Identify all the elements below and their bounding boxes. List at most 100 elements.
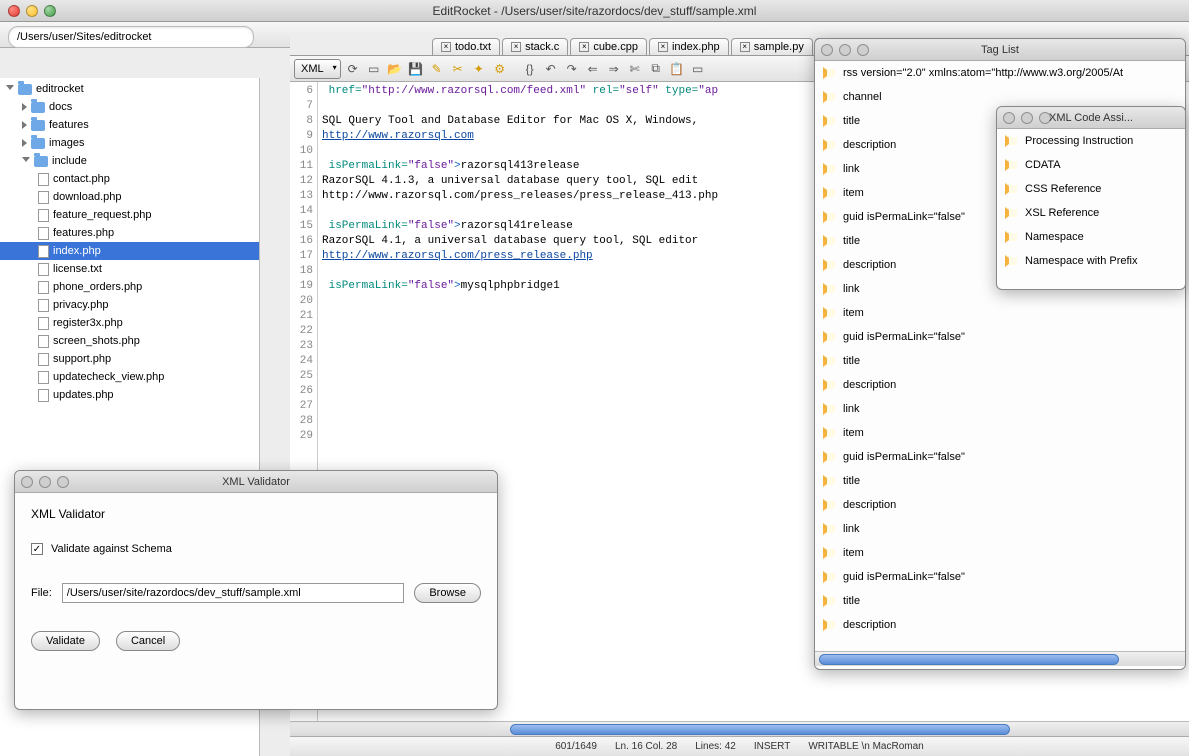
browse-button[interactable]: Browse bbox=[414, 583, 481, 603]
file-icon bbox=[38, 335, 49, 348]
tag-list-item[interactable]: description bbox=[815, 373, 1185, 397]
tag-icon bbox=[823, 379, 837, 391]
tag-list-item[interactable]: guid isPermaLink="false" bbox=[815, 325, 1185, 349]
refresh-icon[interactable]: ⟳ bbox=[344, 60, 362, 78]
tag-icon bbox=[823, 115, 837, 127]
copy-icon[interactable]: ⧉ bbox=[647, 60, 665, 78]
save-icon[interactable]: 💾 bbox=[407, 60, 425, 78]
tag-icon bbox=[823, 67, 837, 79]
tag-list-item[interactable]: title bbox=[815, 349, 1185, 373]
undo-icon[interactable]: ↶ bbox=[542, 60, 560, 78]
tag-list-item[interactable]: rss version="2.0" xmlns:atom="http://www… bbox=[815, 61, 1185, 85]
editor-tab[interactable]: ×stack.c bbox=[502, 38, 568, 55]
tree-file[interactable]: support.php bbox=[0, 350, 259, 368]
tree-file[interactable]: features.php bbox=[0, 224, 259, 242]
tag-list-item[interactable]: item bbox=[815, 421, 1185, 445]
disclosure-icon[interactable] bbox=[22, 103, 27, 111]
tree-file[interactable]: contact.php bbox=[0, 170, 259, 188]
tag-icon bbox=[823, 187, 837, 199]
tree-file[interactable]: updates.php bbox=[0, 386, 259, 404]
editor-tab[interactable]: ×sample.py bbox=[731, 38, 813, 55]
validate-schema-checkbox[interactable]: ✓ bbox=[31, 543, 43, 555]
tag-icon bbox=[823, 259, 837, 271]
tree-file[interactable]: updatecheck_view.php bbox=[0, 368, 259, 386]
disclosure-icon[interactable] bbox=[22, 121, 27, 129]
language-select[interactable]: XML bbox=[294, 59, 341, 79]
tag-list-item[interactable]: description bbox=[815, 493, 1185, 517]
xml-validator-dialog[interactable]: XML Validator XML Validator ✓ Validate a… bbox=[14, 470, 498, 710]
tool-icon[interactable]: ✂ bbox=[449, 60, 467, 78]
code-assist-item[interactable]: Processing Instruction bbox=[997, 129, 1185, 153]
tag-list-item[interactable]: item bbox=[815, 301, 1185, 325]
tool-icon[interactable]: ✦ bbox=[470, 60, 488, 78]
tag-icon bbox=[1005, 159, 1019, 171]
cancel-button[interactable]: Cancel bbox=[116, 631, 180, 651]
tag-icon bbox=[823, 283, 837, 295]
validator-heading: XML Validator bbox=[31, 507, 481, 521]
panel-scrollbar[interactable] bbox=[815, 651, 1185, 666]
checkbox-label: Validate against Schema bbox=[51, 543, 172, 555]
tag-list-item[interactable]: item bbox=[815, 541, 1185, 565]
tree-file[interactable]: privacy.php bbox=[0, 296, 259, 314]
tag-list-item[interactable]: description bbox=[815, 613, 1185, 637]
back-icon[interactable]: ⇐ bbox=[584, 60, 602, 78]
tree-file[interactable]: feature_request.php bbox=[0, 206, 259, 224]
tool-icon[interactable]: ▭ bbox=[689, 60, 707, 78]
tree-file[interactable]: license.txt bbox=[0, 260, 259, 278]
tag-list-item[interactable]: guid isPermaLink="false" bbox=[815, 565, 1185, 589]
open-icon[interactable]: 📂 bbox=[386, 60, 404, 78]
path-input[interactable]: /Users/user/Sites/editrocket bbox=[8, 26, 254, 48]
tree-root[interactable]: editrocket bbox=[0, 80, 259, 98]
redo-icon[interactable]: ↷ bbox=[563, 60, 581, 78]
code-assist-item[interactable]: Namespace bbox=[997, 225, 1185, 249]
file-icon bbox=[38, 173, 49, 186]
code-assist-panel[interactable]: XML Code Assi... Processing InstructionC… bbox=[996, 106, 1186, 290]
tree-file[interactable]: screen_shots.php bbox=[0, 332, 259, 350]
wand-icon[interactable]: ✎ bbox=[428, 60, 446, 78]
tag-list-item[interactable]: title bbox=[815, 469, 1185, 493]
disclosure-icon[interactable] bbox=[22, 139, 27, 147]
fwd-icon[interactable]: ⇒ bbox=[605, 60, 623, 78]
code-assist-item[interactable]: CSS Reference bbox=[997, 177, 1185, 201]
close-tab-icon[interactable]: × bbox=[658, 42, 668, 52]
editor-tab[interactable]: ×cube.cpp bbox=[570, 38, 647, 55]
horizontal-scrollbar[interactable] bbox=[290, 721, 1189, 736]
close-tab-icon[interactable]: × bbox=[441, 42, 451, 52]
file-path-input[interactable] bbox=[62, 583, 405, 603]
file-icon bbox=[38, 227, 49, 240]
tree-folder[interactable]: features bbox=[0, 116, 259, 134]
code-assist-item[interactable]: CDATA bbox=[997, 153, 1185, 177]
tag-list-item[interactable]: guid isPermaLink="false" bbox=[815, 445, 1185, 469]
disclosure-icon[interactable] bbox=[22, 157, 30, 166]
tree-folder[interactable]: include bbox=[0, 152, 259, 170]
tree-folder[interactable]: images bbox=[0, 134, 259, 152]
tree-folder[interactable]: docs bbox=[0, 98, 259, 116]
tree-file[interactable]: index.php bbox=[0, 242, 259, 260]
cut-icon[interactable]: ✄ bbox=[626, 60, 644, 78]
tag-list-item[interactable]: link bbox=[815, 517, 1185, 541]
tree-file[interactable]: register3x.php bbox=[0, 314, 259, 332]
editor-tab[interactable]: ×todo.txt bbox=[432, 38, 500, 55]
new-file-icon[interactable]: ▭ bbox=[365, 60, 383, 78]
code-assist-item[interactable]: XSL Reference bbox=[997, 201, 1185, 225]
disclosure-icon[interactable] bbox=[6, 85, 14, 94]
close-tab-icon[interactable]: × bbox=[740, 42, 750, 52]
close-tab-icon[interactable]: × bbox=[511, 42, 521, 52]
tag-icon bbox=[1005, 183, 1019, 195]
code-assist-item[interactable]: Namespace with Prefix bbox=[997, 249, 1185, 273]
file-icon bbox=[38, 263, 49, 276]
close-tab-icon[interactable]: × bbox=[579, 42, 589, 52]
tag-icon bbox=[823, 595, 837, 607]
tag-list-item[interactable]: link bbox=[815, 397, 1185, 421]
tag-icon bbox=[823, 475, 837, 487]
tree-file[interactable]: download.php bbox=[0, 188, 259, 206]
bracket-icon[interactable]: {} bbox=[521, 60, 539, 78]
editor-tab[interactable]: ×index.php bbox=[649, 38, 729, 55]
tree-file[interactable]: phone_orders.php bbox=[0, 278, 259, 296]
file-icon bbox=[38, 281, 49, 294]
validate-button[interactable]: Validate bbox=[31, 631, 100, 651]
tag-list-item[interactable]: title bbox=[815, 589, 1185, 613]
paste-icon[interactable]: 📋 bbox=[668, 60, 686, 78]
tool-icon[interactable]: ⚙ bbox=[491, 60, 509, 78]
panel-title: Tag List bbox=[815, 44, 1185, 56]
